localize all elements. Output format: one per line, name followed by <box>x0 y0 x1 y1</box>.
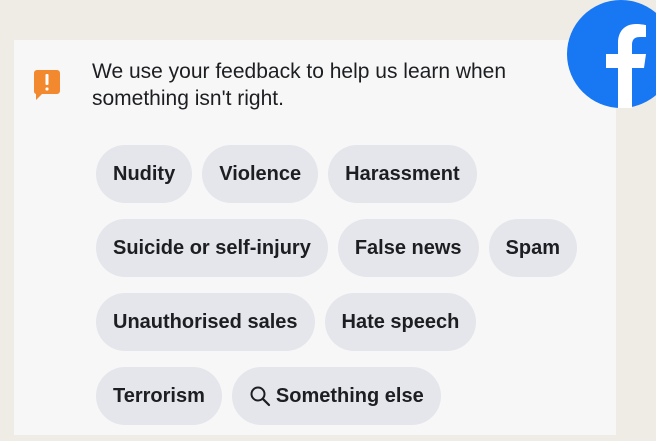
chip-label: Hate speech <box>341 310 460 333</box>
search-icon <box>250 386 270 407</box>
chip-unauthorised-sales[interactable]: Unauthorised sales <box>96 293 315 351</box>
feedback-card: We use your feedback to help us learn wh… <box>14 40 616 435</box>
chip-false-news[interactable]: False news <box>337 219 479 277</box>
chip-violence[interactable]: Violence <box>202 145 319 203</box>
chip-row-2: Suicide or self-injury False news Spam <box>96 219 616 277</box>
chip-label: Violence <box>219 162 302 185</box>
chip-label: Nudity <box>113 162 176 185</box>
chip-label: Suicide or self-injury <box>113 236 311 259</box>
feedback-notice-text: We use your feedback to help us learn wh… <box>92 60 507 110</box>
chip-row-3: Unauthorised sales Hate speech <box>96 293 616 351</box>
chip-label: Spam <box>505 236 561 259</box>
chip-hate-speech[interactable]: Hate speech <box>324 293 477 351</box>
chip-nudity[interactable]: Nudity <box>96 145 193 203</box>
chip-label: Something else <box>275 384 424 407</box>
facebook-logo-icon <box>567 0 656 108</box>
chip-label: Terrorism <box>113 384 205 407</box>
chip-row-1: Nudity Violence Harassment <box>96 145 616 203</box>
chip-terrorism[interactable]: Terrorism <box>96 367 222 425</box>
chip-something-else[interactable]: Something else <box>231 367 441 425</box>
chip-spam[interactable]: Spam <box>488 219 578 277</box>
report-category-options: Nudity Violence Harassment Suicide or se… <box>96 145 616 441</box>
chip-suicide-or-self-injury[interactable]: Suicide or self-injury <box>96 219 328 277</box>
warning-icon <box>34 70 60 100</box>
chip-row-4: Terrorism Something else <box>96 367 616 425</box>
chip-label: Harassment <box>345 162 460 185</box>
chip-label: False news <box>354 236 462 259</box>
chip-label: Unauthorised sales <box>113 310 298 333</box>
chip-harassment[interactable]: Harassment <box>328 145 477 203</box>
